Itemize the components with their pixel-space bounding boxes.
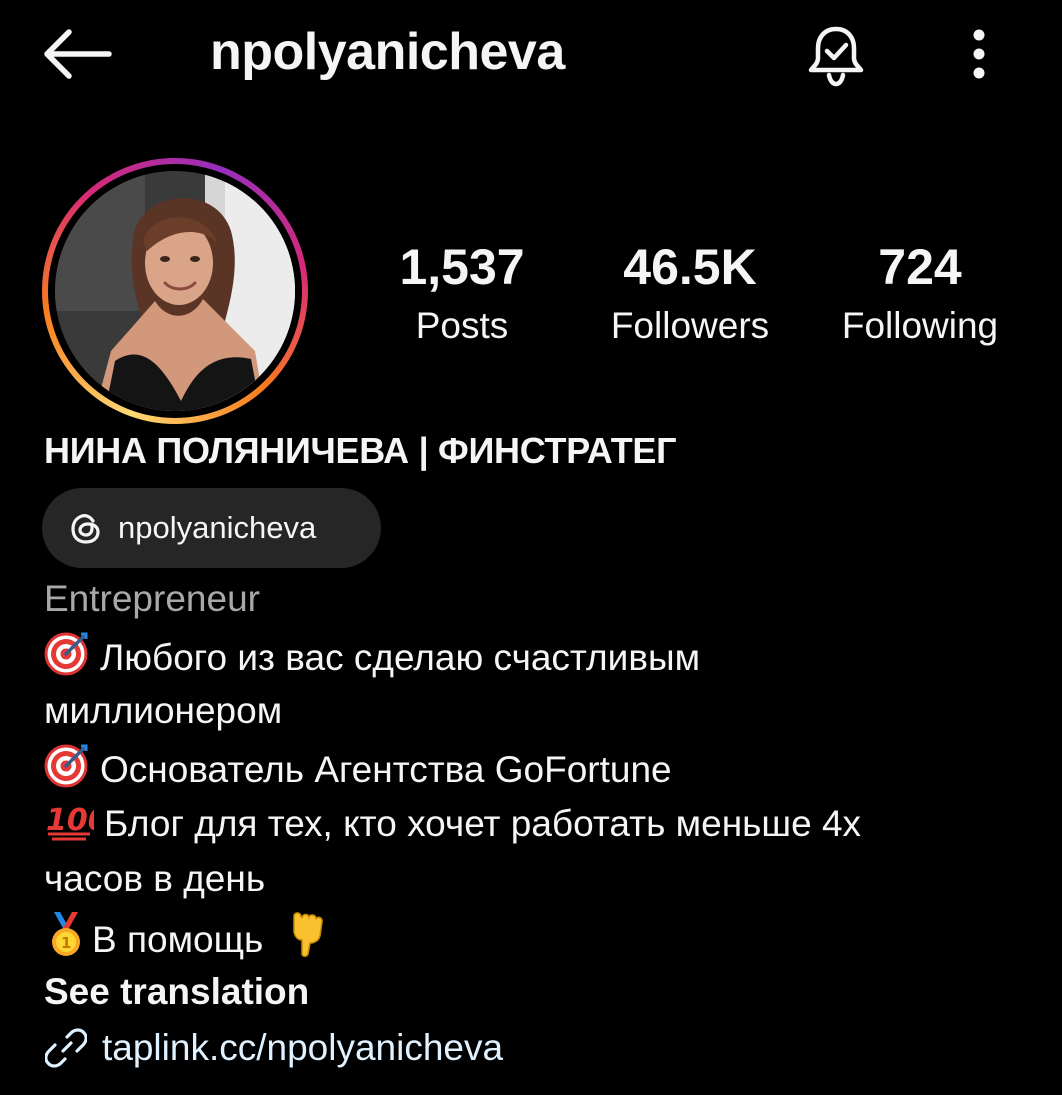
threads-badge-button[interactable]: npolyanicheva [42, 488, 381, 568]
hundred-points-icon: 100 [44, 798, 109, 855]
stat-following[interactable]: 724 Following [820, 236, 1020, 354]
bio-line-1: Любого из вас сделаю счастливым [44, 630, 700, 689]
threads-icon [66, 508, 106, 548]
vertical-dots-icon [973, 29, 985, 79]
back-button[interactable] [40, 26, 116, 82]
bio-line-6: 1 В помощь [44, 910, 336, 971]
avatar-image [55, 171, 295, 411]
bio-line-2: миллионером [44, 690, 283, 731]
bio-line-4: 100 Блог для тех, кто хочет работать мен… [44, 798, 861, 855]
followers-label: Followers [610, 305, 770, 346]
see-translation-button[interactable]: See translation [44, 966, 309, 1018]
link-text: taplink.cc/npolyanicheva [102, 1027, 504, 1068]
followers-count: 46.5K [623, 239, 757, 295]
bio-text-3: Основатель Агентства GoFortune [100, 749, 672, 790]
link-icon [44, 1026, 88, 1070]
medal-icon: 1 [44, 910, 88, 971]
arrow-left-icon [44, 29, 112, 79]
pointing-down-icon [286, 910, 326, 971]
bio-line-3: Основатель Агентства GoFortune [44, 742, 672, 801]
profile-avatar[interactable] [42, 158, 308, 424]
profile-link[interactable]: taplink.cc/npolyanicheva [44, 1022, 503, 1074]
following-label: Following [841, 305, 999, 346]
target-icon [44, 630, 90, 689]
bio-text-6: В помощь [92, 919, 264, 960]
profile-username: npolyanicheva [210, 23, 565, 81]
stat-posts[interactable]: 1,537 Posts [380, 236, 544, 354]
posts-count: 1,537 [399, 239, 525, 295]
following-count: 724 [878, 239, 962, 295]
threads-handle: npolyanicheva [118, 510, 317, 545]
svg-text:1: 1 [61, 934, 71, 952]
target-icon [44, 742, 90, 801]
stat-followers[interactable]: 46.5K Followers [590, 236, 790, 354]
top-bar: npolyanicheva [0, 0, 1062, 110]
more-options-button[interactable] [956, 24, 1002, 84]
avatar-photo [55, 171, 295, 411]
bio-text-4: Блог для тех, кто хочет работать меньше … [104, 803, 862, 844]
profile-full-name: НИНА ПОЛЯНИЧЕВА | ФИНСТРАТЕГ [44, 430, 677, 471]
bell-check-icon [808, 26, 864, 87]
posts-label: Posts [415, 305, 509, 346]
bio-text-1: Любого из вас сделаю счастливым [100, 637, 701, 678]
bio-line-5: часов в день [44, 858, 266, 899]
profile-category: Entrepreneur [44, 578, 260, 619]
notifications-button[interactable] [800, 20, 872, 92]
